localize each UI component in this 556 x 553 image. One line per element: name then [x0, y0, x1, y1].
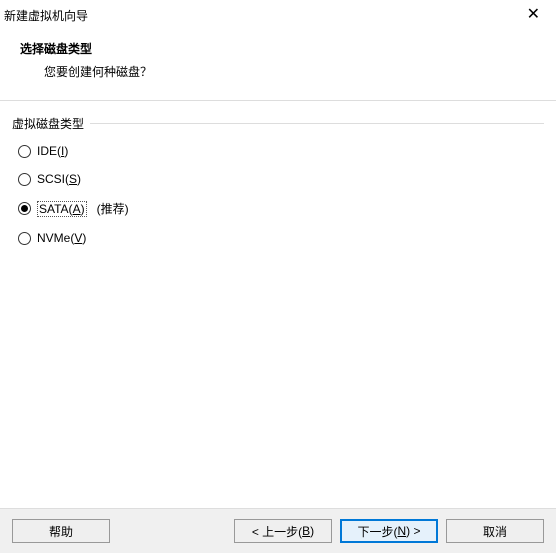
radio-label: SATA(A) — [37, 201, 87, 217]
wizard-header: 选择磁盘类型 您要创建何种磁盘？ — [0, 30, 556, 96]
recommended-label: (推荐) — [97, 200, 129, 217]
header-divider — [0, 100, 556, 101]
radio-sata[interactable]: SATA(A) (推荐) — [18, 200, 538, 217]
page-title: 选择磁盘类型 — [20, 40, 536, 57]
radio-icon — [18, 232, 31, 245]
radio-ide[interactable]: IDE(I) — [18, 144, 538, 158]
next-button[interactable]: 下一步(N) > — [340, 519, 438, 543]
disk-type-group: 虚拟磁盘类型 IDE(I) SCSI(S) SATA(A) (推荐) NVMe(… — [12, 115, 544, 245]
radio-icon — [18, 173, 31, 186]
radio-label: IDE(I) — [37, 144, 68, 158]
cancel-button[interactable]: 取消 — [446, 519, 544, 543]
radio-label: SCSI(S) — [37, 172, 81, 186]
button-bar: 帮助 < 上一步(B) 下一步(N) > 取消 — [0, 508, 556, 553]
radio-list: IDE(I) SCSI(S) SATA(A) (推荐) NVMe(V) — [12, 132, 544, 245]
groupbox-line — [12, 123, 544, 124]
groupbox-label: 虚拟磁盘类型 — [12, 115, 90, 132]
help-button[interactable]: 帮助 — [12, 519, 110, 543]
radio-icon — [18, 145, 31, 158]
title-bar: 新建虚拟机向导 ✕ — [0, 0, 556, 30]
radio-label: NVMe(V) — [37, 231, 86, 245]
window-title: 新建虚拟机向导 — [4, 7, 88, 24]
radio-nvme[interactable]: NVMe(V) — [18, 231, 538, 245]
close-icon[interactable]: ✕ — [521, 5, 546, 25]
radio-icon — [18, 202, 31, 215]
radio-scsi[interactable]: SCSI(S) — [18, 172, 538, 186]
back-button[interactable]: < 上一步(B) — [234, 519, 332, 543]
page-subtitle: 您要创建何种磁盘？ — [44, 63, 536, 80]
